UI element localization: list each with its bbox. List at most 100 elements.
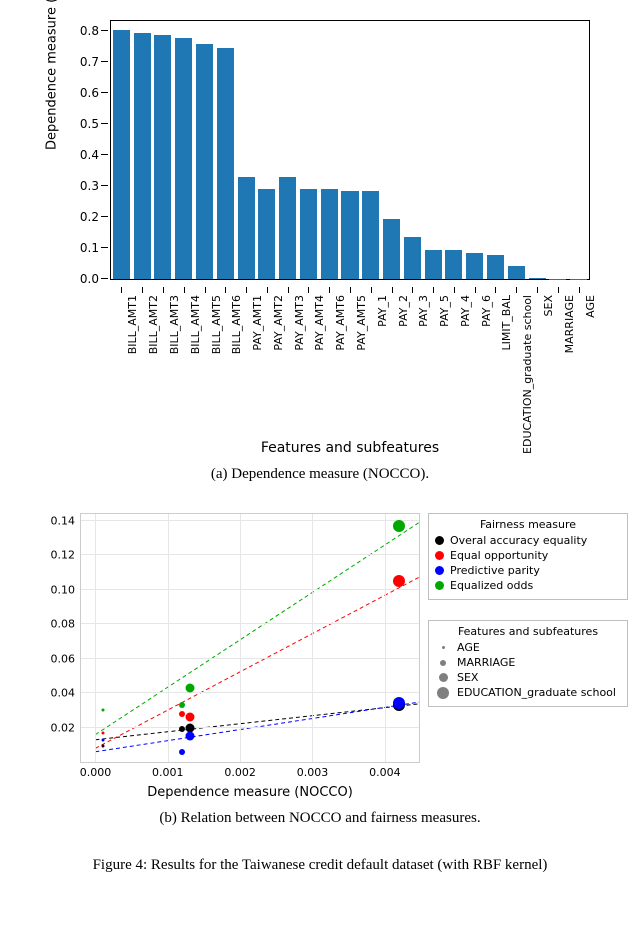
bar-xtick-label: PAY_AMT2 — [272, 295, 285, 351]
bar-ytick-label: 0.7 — [80, 55, 99, 69]
scatter-chart: 0.020.040.060.080.100.120.140.0000.0010.… — [80, 513, 420, 763]
scatter-point — [179, 749, 185, 755]
bar — [487, 255, 504, 279]
legend-label: MARRIAGE — [457, 656, 515, 669]
figure-b: Fairness measure 0.020.040.060.080.100.1… — [10, 513, 630, 827]
bar — [279, 177, 296, 279]
bar-ytick-label: 0.0 — [80, 272, 99, 286]
scatter-xtick-label: 0.003 — [297, 762, 329, 779]
bar-xtick-label: PAY_AMT6 — [334, 295, 347, 351]
bar — [154, 35, 171, 279]
bar — [445, 250, 462, 279]
legend-label: SEX — [457, 671, 478, 684]
bar-xtick-label: PAY_3 — [417, 295, 430, 327]
scatter-ytick-label: 0.12 — [51, 549, 82, 562]
scatter-point — [393, 520, 405, 532]
bar — [217, 48, 234, 279]
bar — [425, 250, 442, 279]
bar — [383, 219, 400, 279]
scatter-ytick-label: 0.14 — [51, 514, 82, 527]
scatter-point — [185, 713, 194, 722]
scatter-xtick-label: 0.002 — [224, 762, 256, 779]
legend-row: Equalized odds — [435, 578, 621, 593]
bar — [466, 253, 483, 279]
legend-size-dot-icon — [439, 673, 448, 682]
bar-xtick-label: PAY_6 — [480, 295, 493, 327]
legend-label: Equal opportunity — [450, 549, 548, 562]
scatter-ytick-label: 0.08 — [51, 618, 82, 631]
scatter-ytick-label: 0.02 — [51, 721, 82, 734]
bar — [362, 191, 379, 279]
bar-xtick-label: PAY_AMT3 — [293, 295, 306, 351]
bar-ytick-label: 0.4 — [80, 148, 99, 162]
scatter-xlabel: Dependence measure (NOCCO) — [80, 785, 420, 800]
bar-xtick-label: SEX — [542, 295, 555, 316]
figure-a: Dependence measure (NOCCO) 0.00.10.20.30… — [10, 20, 630, 483]
legend-row: Equal opportunity — [435, 548, 621, 563]
bar-xtick-label: BILL_AMT2 — [147, 295, 160, 354]
bar-xtick-label: BILL_AMT4 — [189, 295, 202, 354]
legend-fairness: Fairness measure Overal accuracy equalit… — [428, 513, 628, 600]
scatter-point — [101, 731, 104, 734]
bar-xtick-label: EDUCATION_graduate school — [521, 295, 534, 454]
scatter-point — [101, 745, 104, 748]
bar — [134, 33, 151, 279]
legend-row: SEX — [435, 670, 621, 685]
legend-size-dot-icon — [442, 646, 445, 649]
bar-xtick-label: PAY_4 — [459, 295, 472, 327]
legend-size-dot-icon — [440, 660, 446, 666]
scatter-point — [101, 738, 104, 741]
bar-xtick-label: PAY_5 — [438, 295, 451, 327]
legend-label: EDUCATION_graduate school — [457, 686, 616, 699]
trend-line — [95, 577, 419, 748]
legend-row: Overal accuracy equality — [435, 533, 621, 548]
legend-size-dot-icon — [437, 687, 449, 699]
bar-xtick-label: BILL_AMT6 — [230, 295, 243, 354]
scatter-point — [185, 683, 194, 692]
legends: Fairness measure Overal accuracy equalit… — [428, 513, 628, 727]
bar — [341, 191, 358, 279]
legend-dot-icon — [435, 566, 444, 575]
bar-xtick-label: BILL_AMT5 — [210, 295, 223, 354]
legend-row: EDUCATION_graduate school — [435, 685, 621, 700]
scatter-xtick-label: 0.001 — [152, 762, 184, 779]
legend-dot-icon — [435, 536, 444, 545]
bar-xtick-label: PAY_1 — [376, 295, 389, 327]
scatter-point — [185, 732, 194, 741]
trend-line — [95, 704, 419, 740]
bar-chart: Dependence measure (NOCCO) 0.00.10.20.30… — [50, 20, 590, 456]
bar-xtick-label: BILL_AMT1 — [126, 295, 139, 354]
bar-xtick-label: MARRIAGE — [563, 295, 576, 353]
bar-ytick-label: 0.3 — [80, 179, 99, 193]
caption-a: (a) Dependence measure (NOCCO). — [10, 466, 630, 483]
legend-row: Predictive parity — [435, 563, 621, 578]
bar-xtick-label: PAY_AMT1 — [251, 295, 264, 351]
scatter-ytick-label: 0.04 — [51, 687, 82, 700]
bar-xtick-label: LIMIT_BAL — [500, 295, 513, 351]
bar — [300, 189, 317, 279]
bar-xtick-label: PAY_AMT5 — [355, 295, 368, 351]
legend-label: Predictive parity — [450, 564, 540, 577]
legend-features: Features and subfeatures AGEMARRIAGESEXE… — [428, 620, 628, 707]
bar — [258, 189, 275, 279]
bar — [196, 44, 213, 279]
legend-label: Overal accuracy equality — [450, 534, 587, 547]
scatter-xtick-label: 0.000 — [80, 762, 112, 779]
scatter-point — [393, 575, 405, 587]
caption-b: (b) Relation between NOCCO and fairness … — [10, 810, 630, 827]
legend-label: Equalized odds — [450, 579, 533, 592]
bar-xtick-label: PAY_2 — [397, 295, 410, 327]
bar-xtick-label: AGE — [584, 295, 597, 318]
scatter-ytick-label: 0.06 — [51, 652, 82, 665]
bar-xtick-label: BILL_AMT3 — [168, 295, 181, 354]
bar-ytick-label: 0.2 — [80, 210, 99, 224]
scatter-point — [101, 709, 104, 712]
bar-ytick-label: 0.8 — [80, 24, 99, 38]
scatter-xtick-label: 0.004 — [369, 762, 401, 779]
figure-caption: Figure 4: Results for the Taiwanese cred… — [10, 857, 630, 874]
bar — [113, 30, 130, 279]
bar — [529, 278, 546, 279]
bar — [404, 237, 421, 279]
bar — [238, 177, 255, 279]
legend-dot-icon — [435, 551, 444, 560]
